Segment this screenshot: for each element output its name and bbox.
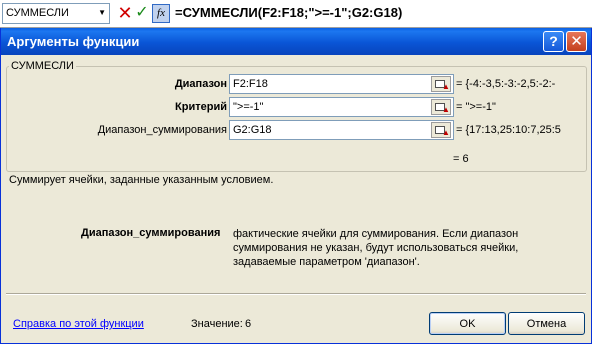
collapse-dialog-icon[interactable]: ▲ [431,122,451,138]
function-arguments-dialog: Аргументы функции ? ✕ СУММЕСЛИ Диапазон … [0,28,592,344]
arg-label-sum-range: Диапазон_суммирования [97,124,227,136]
arg-label-criteria: Критерий [175,101,227,113]
param-name: Диапазон_суммирования [81,227,221,239]
value-label: Значение: [191,318,243,330]
close-icon[interactable]: ✕ [566,31,587,52]
formula-bar: СУММЕСЛИ ▼ ✕ ✓ fx =СУММЕСЛИ(F2:F18;">=-1… [0,0,592,28]
sum-range-field[interactable] [229,120,454,140]
ok-button[interactable]: OK [429,312,506,335]
criteria-field[interactable] [229,97,454,117]
formula-result: = 6 [453,153,469,165]
dialog-titlebar[interactable]: Аргументы функции [1,28,591,55]
function-description: Суммирует ячейки, заданные указанным усл… [9,174,274,186]
formula-input[interactable]: =СУММЕСЛИ(F2:F18;">=-1";G2:G18) [175,4,402,24]
fx-icon[interactable]: fx [152,4,170,23]
help-icon[interactable]: ? [543,31,564,52]
name-box[interactable]: СУММЕСЛИ ▼ [2,3,110,24]
arg-result-range: = {-4:-3,5:-3:-2,5:-2:- [456,78,556,90]
dialog-title: Аргументы функции [7,34,140,49]
arg-result-criteria: = ">=-1" [456,101,496,113]
collapse-dialog-icon[interactable]: ▲ [431,76,451,92]
value-result: 6 [245,318,252,330]
collapse-dialog-icon[interactable]: ▲ [431,99,451,115]
enter-check-icon[interactable]: ✓ [134,2,150,24]
function-group-label: СУММЕСЛИ [11,60,74,72]
param-description: фактические ячейки для суммирования. Есл… [233,228,519,268]
chevron-down-icon[interactable]: ▼ [98,6,106,20]
help-link[interactable]: Справка по этой функции [13,318,144,330]
name-box-value: СУММЕСЛИ [6,7,69,19]
range-field[interactable] [229,74,454,94]
arg-label-range: Диапазон [174,78,227,90]
cancel-x-icon[interactable]: ✕ [117,2,133,24]
divider [6,293,586,295]
arg-result-sum-range: = {17:13,25:10:7,25:5 [456,124,561,136]
cancel-button[interactable]: Отмена [508,312,585,335]
